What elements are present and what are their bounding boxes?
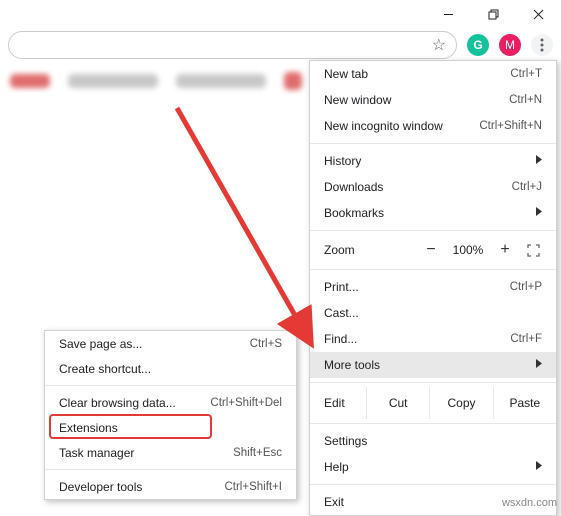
- submenu-save-page[interactable]: Save page as... Ctrl+S: [45, 331, 296, 356]
- submenu-clear-browsing[interactable]: Clear browsing data... Ctrl+Shift+Del: [45, 390, 296, 415]
- menu-label: New incognito window: [324, 119, 443, 133]
- zoom-out-button[interactable]: −: [416, 241, 446, 259]
- menu-shortcut: Ctrl+N: [509, 94, 542, 106]
- submenu-arrow-icon: [536, 155, 542, 167]
- menu-more-tools[interactable]: More tools: [310, 352, 556, 378]
- menu-label: Print...: [324, 280, 359, 294]
- menu-shortcut: Shift+Esc: [233, 447, 282, 459]
- close-button[interactable]: [516, 0, 561, 28]
- watermark-text: wsxdn.com: [502, 497, 557, 509]
- menu-label: History: [324, 154, 361, 168]
- menu-downloads[interactable]: Downloads Ctrl+J: [310, 174, 556, 200]
- menu-separator: [45, 469, 296, 470]
- menu-new-tab[interactable]: New tab Ctrl+T: [310, 61, 556, 87]
- menu-shortcut: Ctrl+Shift+Del: [210, 397, 282, 409]
- menu-label: Cast...: [324, 306, 359, 320]
- menu-shortcut: Ctrl+S: [250, 338, 282, 350]
- menu-label: Bookmarks: [324, 206, 384, 220]
- menu-new-window[interactable]: New window Ctrl+N: [310, 87, 556, 113]
- menu-separator: [310, 382, 556, 383]
- minimize-button[interactable]: [426, 0, 471, 28]
- menu-cast[interactable]: Cast...: [310, 300, 556, 326]
- submenu-create-shortcut[interactable]: Create shortcut...: [45, 356, 296, 381]
- menu-shortcut: Ctrl+T: [510, 68, 542, 80]
- window-controls: [426, 0, 561, 28]
- annotation-arrow: [169, 100, 324, 350]
- menu-shortcut: Ctrl+F: [510, 333, 542, 345]
- menu-print[interactable]: Print... Ctrl+P: [310, 274, 556, 300]
- bookmark-star-icon[interactable]: ☆: [432, 35, 446, 55]
- zoom-value: 100%: [446, 243, 490, 257]
- menu-separator: [310, 269, 556, 270]
- menu-label: Exit: [324, 495, 344, 509]
- edit-copy-button[interactable]: Copy: [429, 387, 492, 419]
- menu-label: Edit: [310, 387, 366, 419]
- chrome-menu-button[interactable]: [531, 34, 553, 56]
- menu-label: Zoom: [324, 243, 416, 257]
- extension-grammarly-icon[interactable]: G: [467, 34, 489, 56]
- menu-label: More tools: [324, 358, 380, 372]
- menu-separator: [45, 385, 296, 386]
- submenu-arrow-icon: [536, 359, 542, 371]
- fullscreen-button[interactable]: [520, 244, 546, 257]
- menu-label: New tab: [324, 67, 368, 81]
- submenu-arrow-icon: [536, 207, 542, 219]
- edit-cut-button[interactable]: Cut: [366, 387, 429, 419]
- menu-label: Save page as...: [59, 337, 142, 351]
- zoom-in-button[interactable]: +: [490, 241, 520, 259]
- menu-zoom-row: Zoom − 100% +: [310, 235, 556, 265]
- page-content-blurred: [0, 72, 302, 90]
- menu-label: Settings: [324, 434, 367, 448]
- menu-separator: [310, 230, 556, 231]
- submenu-developer-tools[interactable]: Developer tools Ctrl+Shift+I: [45, 474, 296, 499]
- menu-edit-row: Edit Cut Copy Paste: [310, 387, 556, 419]
- menu-separator: [310, 423, 556, 424]
- menu-find[interactable]: Find... Ctrl+F: [310, 326, 556, 352]
- menu-shortcut: Ctrl+J: [512, 181, 542, 193]
- chrome-main-menu: New tab Ctrl+T New window Ctrl+N New inc…: [309, 60, 557, 516]
- menu-help[interactable]: Help: [310, 454, 556, 480]
- menu-bookmarks[interactable]: Bookmarks: [310, 200, 556, 226]
- address-bar[interactable]: ☆: [8, 31, 457, 59]
- menu-label: Help: [324, 460, 349, 474]
- menu-label: Task manager: [59, 446, 134, 460]
- menu-label: Find...: [324, 332, 357, 346]
- menu-history[interactable]: History: [310, 148, 556, 174]
- menu-label: Create shortcut...: [59, 362, 151, 376]
- menu-shortcut: Ctrl+Shift+N: [479, 120, 542, 132]
- submenu-arrow-icon: [536, 461, 542, 473]
- menu-shortcut: Ctrl+Shift+I: [224, 481, 282, 493]
- menu-label: New window: [324, 93, 391, 107]
- submenu-task-manager[interactable]: Task manager Shift+Esc: [45, 440, 296, 465]
- browser-toolbar: ☆ G M: [0, 30, 561, 60]
- menu-label: Downloads: [324, 180, 383, 194]
- menu-label: Clear browsing data...: [59, 396, 176, 410]
- maximize-button[interactable]: [471, 0, 516, 28]
- annotation-highlight-box: [49, 414, 212, 439]
- menu-shortcut: Ctrl+P: [510, 281, 542, 293]
- menu-settings[interactable]: Settings: [310, 428, 556, 454]
- menu-separator: [310, 143, 556, 144]
- edit-paste-button[interactable]: Paste: [493, 387, 556, 419]
- profile-avatar[interactable]: M: [499, 34, 521, 56]
- menu-label: Developer tools: [59, 480, 142, 494]
- menu-separator: [310, 484, 556, 485]
- menu-new-incognito[interactable]: New incognito window Ctrl+Shift+N: [310, 113, 556, 139]
